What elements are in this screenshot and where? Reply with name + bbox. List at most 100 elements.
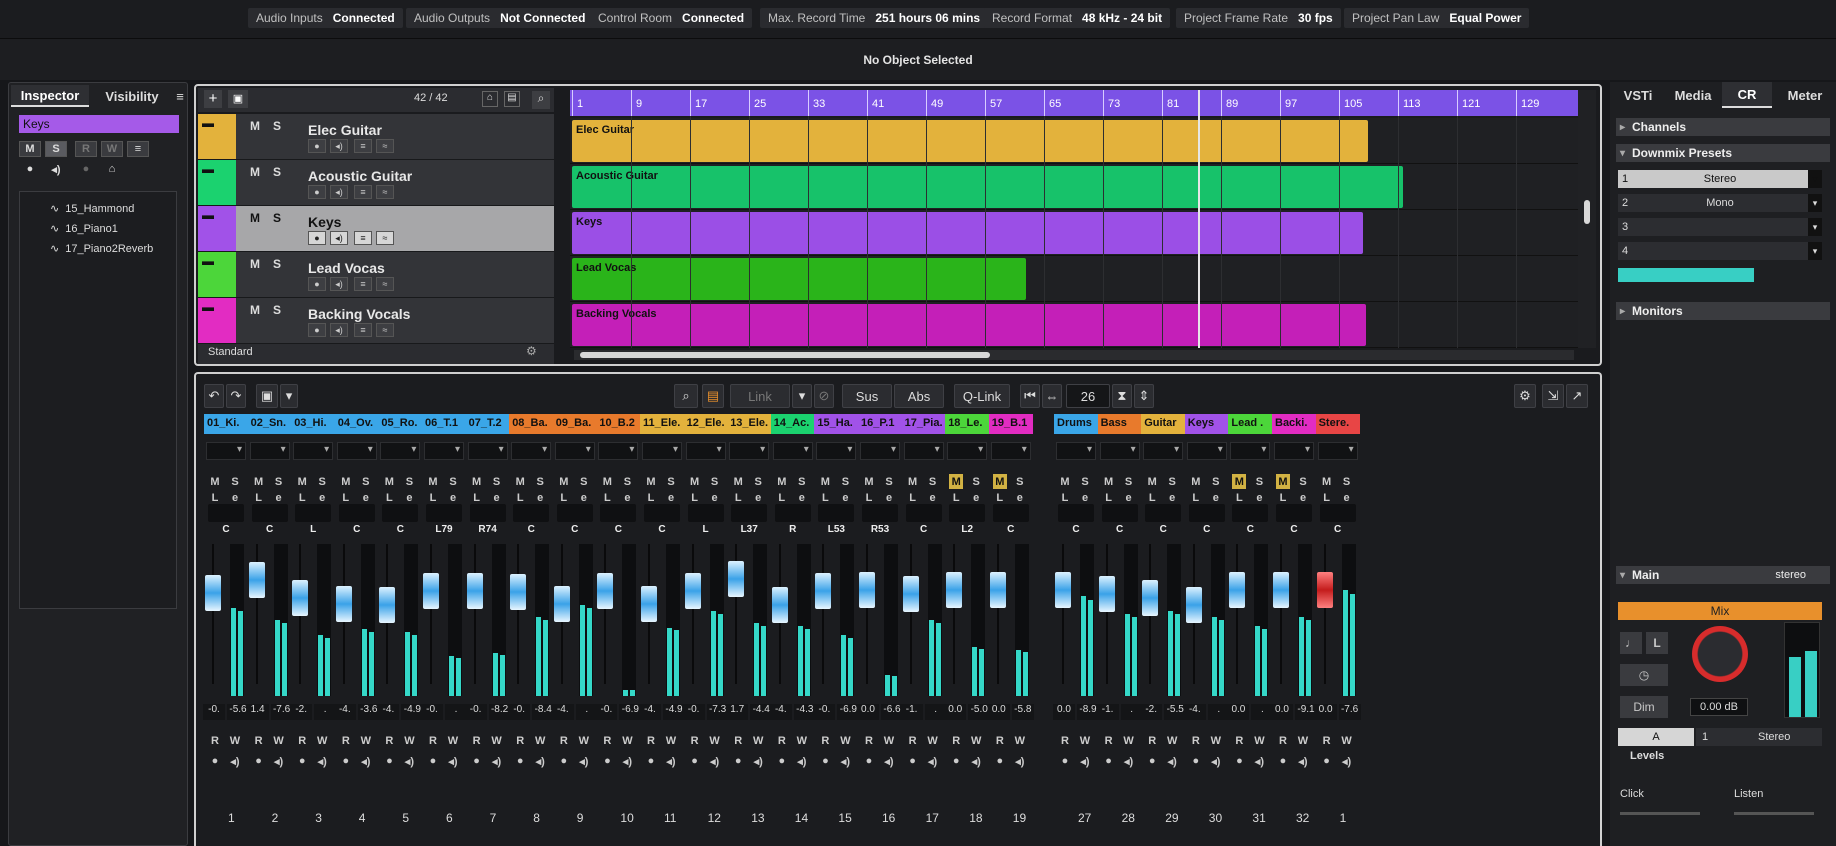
volume-value[interactable]: -4. xyxy=(769,704,792,720)
write-button[interactable]: W xyxy=(101,141,123,157)
volume-value[interactable]: -0. xyxy=(203,704,225,720)
downmix-preset-4[interactable]: 4 ▾ xyxy=(1618,242,1822,260)
solo-button[interactable]: S xyxy=(533,474,547,489)
channel-dropdown[interactable] xyxy=(598,442,639,460)
write-button[interactable]: W xyxy=(1340,734,1354,748)
edit-icon[interactable]: e xyxy=(620,490,634,505)
edit-icon[interactable]: e xyxy=(838,490,852,505)
read-button[interactable]: R xyxy=(426,734,440,748)
fader-handle[interactable] xyxy=(1229,571,1246,608)
record-icon[interactable]: ● xyxy=(993,754,1007,768)
channel-dropdown[interactable] xyxy=(293,442,334,460)
fader-handle[interactable] xyxy=(815,572,832,609)
channel-dropdown[interactable] xyxy=(685,442,726,460)
vertical-scrollbar[interactable] xyxy=(1578,90,1596,348)
mute-button[interactable]: M xyxy=(906,474,920,489)
channel-name[interactable]: 15_Ha. xyxy=(814,414,859,434)
write-button[interactable]: W xyxy=(620,734,634,748)
channel-name[interactable]: 16_P.1 xyxy=(858,414,902,434)
channel-dropdown[interactable] xyxy=(1056,442,1096,460)
search-icon[interactable]: ⌕ xyxy=(532,91,550,109)
record-icon[interactable]: ● xyxy=(1102,754,1116,768)
monitor-icon[interactable]: ◂) xyxy=(795,754,809,768)
volume-value[interactable]: 0.0 xyxy=(944,704,967,720)
volume-value[interactable]: -4. xyxy=(1183,704,1206,720)
listen-button[interactable]: L xyxy=(1276,490,1290,505)
channel-name[interactable]: 11_Ele. xyxy=(640,414,684,434)
record-icon[interactable]: ● xyxy=(557,754,571,768)
channel-name[interactable]: 08_Ba. xyxy=(509,414,554,434)
record-icon[interactable]: ● xyxy=(339,754,353,768)
lock-icon[interactable]: ⌂ xyxy=(101,161,123,177)
volume-knob[interactable] xyxy=(1692,626,1748,682)
solo-button[interactable]: S xyxy=(228,474,242,489)
fader-handle[interactable] xyxy=(292,580,309,616)
monitor-icon[interactable]: ◂) xyxy=(330,323,348,337)
pan-control[interactable] xyxy=(1058,504,1094,522)
record-icon[interactable]: ● xyxy=(513,754,527,768)
fader-handle[interactable] xyxy=(859,571,875,608)
edit-icon[interactable]: e xyxy=(402,490,416,505)
read-button[interactable]: R xyxy=(775,734,789,748)
solo-button[interactable]: S xyxy=(882,474,896,489)
channel-name[interactable]: Lead . xyxy=(1228,414,1273,434)
pan-control[interactable] xyxy=(1232,504,1269,522)
solo-button[interactable]: S xyxy=(795,474,809,489)
tab-vsti[interactable]: VSTi xyxy=(1614,82,1662,108)
pan-control[interactable] xyxy=(949,504,986,522)
monitor-icon[interactable]: ◂) xyxy=(1296,754,1310,768)
read-button[interactable]: R xyxy=(862,734,876,748)
channel-name[interactable]: 06_T.1 xyxy=(422,414,466,434)
volume-value[interactable]: -0. xyxy=(813,704,836,720)
listen-button[interactable]: L xyxy=(906,490,920,505)
track-row[interactable]: ▬ M S Lead Vocas ● ◂) ≡ ≈ xyxy=(198,252,554,298)
pan-control[interactable] xyxy=(905,504,942,522)
listen-icon[interactable]: L xyxy=(1646,632,1668,654)
mute-button[interactable]: M xyxy=(246,210,264,226)
pan-control[interactable] xyxy=(338,504,375,522)
menu-icon[interactable]: ≡ xyxy=(173,85,187,107)
listen-button[interactable]: L xyxy=(949,490,963,505)
pan-control[interactable] xyxy=(382,504,419,522)
mute-button[interactable]: M xyxy=(600,474,614,489)
channel-dropdown[interactable] xyxy=(511,442,552,460)
pan-control[interactable] xyxy=(295,504,332,522)
read-button[interactable]: R xyxy=(1189,734,1203,748)
monitor-icon[interactable]: ◂) xyxy=(330,231,348,245)
automation-icon[interactable]: ≈ xyxy=(376,185,394,199)
write-button[interactable]: W xyxy=(664,734,678,748)
channel-name[interactable]: Stere. xyxy=(1315,414,1360,434)
write-button[interactable]: W xyxy=(1013,734,1027,748)
channel-name[interactable]: 18_Le. xyxy=(945,414,990,434)
channel-dropdown[interactable] xyxy=(249,442,290,460)
volume-value[interactable]: -4. xyxy=(333,704,356,720)
volume-value[interactable]: 0.0 xyxy=(1314,704,1337,720)
fader-handle[interactable] xyxy=(597,572,614,609)
monitor-icon[interactable]: ◂) xyxy=(969,754,983,768)
read-button[interactable]: R xyxy=(75,141,97,157)
write-button[interactable]: W xyxy=(315,734,329,748)
solo-button[interactable]: S xyxy=(1165,474,1179,489)
write-button[interactable]: W xyxy=(969,734,983,748)
channel-name[interactable]: Bass xyxy=(1097,414,1142,434)
mute-button[interactable]: M xyxy=(208,474,222,489)
edit-icon[interactable]: e xyxy=(926,490,940,505)
record-icon[interactable]: ● xyxy=(470,754,484,768)
monitor-icon[interactable]: ◂) xyxy=(330,277,348,291)
peak-value[interactable]: -5.8 xyxy=(1011,704,1034,720)
metronome-icon[interactable]: ♩ xyxy=(1620,632,1642,654)
record-icon[interactable]: ● xyxy=(949,754,963,768)
channel-name[interactable]: 09_Ba. xyxy=(552,414,597,434)
automation-icon[interactable]: ≈ xyxy=(376,231,394,245)
edit-icon[interactable]: e xyxy=(751,490,765,505)
pan-control[interactable] xyxy=(556,504,593,522)
listen-button[interactable]: L xyxy=(993,490,1007,505)
add-track-button[interactable]: + xyxy=(204,90,222,108)
monitor-icon[interactable]: ◂) xyxy=(228,754,242,768)
solo-button[interactable]: S xyxy=(577,474,591,489)
read-button[interactable]: R xyxy=(1058,734,1072,748)
automation-icon[interactable]: ≈ xyxy=(376,139,394,153)
track-row[interactable]: ▬ M S Acoustic Guitar ● ◂) ≡ ≈ xyxy=(198,160,554,206)
track-row[interactable]: ▬ M S Keys ● ◂) ≡ ≈ xyxy=(198,206,554,252)
monitor-icon[interactable]: ◂) xyxy=(1078,754,1092,768)
